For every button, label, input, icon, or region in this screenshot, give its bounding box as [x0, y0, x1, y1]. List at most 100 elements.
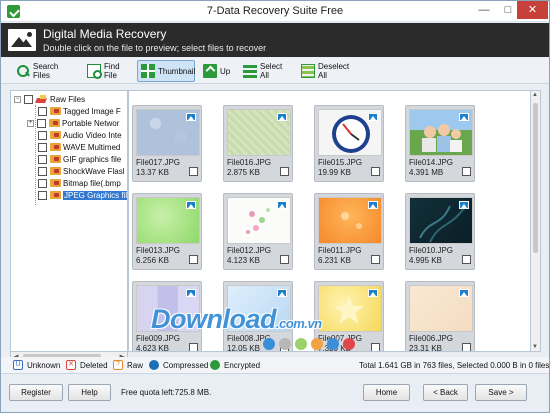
thumbnail-view-button[interactable]: Thumbnail — [137, 60, 195, 82]
tree-item[interactable]: + Portable Networ — [27, 117, 119, 129]
tree-checkbox[interactable] — [38, 166, 47, 176]
tree-checkbox[interactable] — [38, 142, 47, 152]
file-thumbnail-card[interactable]: File013.JPG 6.256 KB — [132, 193, 202, 270]
thumbnail-image[interactable] — [318, 197, 382, 244]
file-name: File013.JPG — [136, 246, 181, 255]
tree-item-label: WAVE Multimed — [63, 142, 121, 152]
thumbnail-image[interactable] — [409, 197, 473, 244]
search-files-button[interactable]: Search Files — [12, 60, 74, 82]
close-button[interactable]: ✕ — [517, 1, 548, 19]
module-header: Digital Media Recovery Double click on t… — [1, 23, 549, 57]
thumbnail-image[interactable] — [136, 109, 200, 156]
file-thumbnail-card[interactable]: File014.JPG 4.391 MB — [405, 105, 475, 182]
tree-root-raw-files[interactable]: − Raw Files — [14, 93, 85, 105]
tree-checkbox[interactable] — [38, 178, 47, 188]
thumbnail-image[interactable] — [318, 109, 382, 156]
file-size: 2.875 KB — [227, 168, 260, 177]
folder-icon — [50, 179, 61, 187]
tree-item[interactable]: GIF graphics file — [38, 153, 121, 165]
tree-checkbox[interactable] — [38, 130, 47, 140]
collapse-toggle-icon[interactable]: − — [14, 95, 21, 103]
scroll-down-icon[interactable]: ▼ — [532, 344, 538, 350]
file-thumbnail-card[interactable]: File011.JPG 6.231 KB — [314, 193, 384, 270]
search-files-label: Search Files — [33, 62, 59, 80]
file-checkbox[interactable] — [462, 167, 471, 176]
status-summary: Total 1.641 GB in 763 files, Selected 0.… — [359, 361, 550, 370]
select-all-button[interactable]: Select All — [239, 60, 291, 82]
save-button[interactable]: Save > — [475, 384, 527, 401]
tree-item[interactable]: ShockWave Flasl — [38, 165, 125, 177]
file-thumbnail-card[interactable]: File012.JPG 4.123 KB — [223, 193, 293, 270]
tree-item-selected[interactable]: JPEG Graphics fil — [38, 189, 128, 201]
thumbnail-image[interactable] — [136, 197, 200, 244]
app-window: 7-Data Recovery Suite Free — □ ✕ Digital… — [0, 0, 550, 413]
find-file-button[interactable]: Find File — [83, 60, 133, 82]
expand-toggle-icon[interactable]: + — [27, 119, 34, 127]
up-label: Up — [220, 66, 231, 76]
file-size: 6.256 KB — [136, 256, 169, 265]
file-checkbox[interactable] — [280, 167, 289, 176]
tree-checkbox[interactable] — [38, 154, 47, 164]
back-button[interactable]: < Back — [423, 384, 468, 401]
legend-compressed-label: Compressed — [163, 360, 209, 370]
thumbnail-image[interactable] — [318, 285, 382, 332]
file-checkbox[interactable] — [189, 255, 198, 264]
folder-icon — [50, 191, 61, 199]
compressed-icon — [149, 360, 159, 370]
file-checkbox[interactable] — [371, 255, 380, 264]
help-button[interactable]: Help — [68, 384, 111, 401]
tree-item-label: JPEG Graphics fil — [63, 190, 128, 200]
title-bar: 7-Data Recovery Suite Free — □ ✕ — [1, 1, 549, 22]
image-type-icon — [368, 201, 378, 209]
up-button[interactable]: Up — [199, 60, 231, 82]
file-size: 12.05 KB — [227, 344, 260, 352]
grid-vertical-scrollbar[interactable]: ▲ ▼ — [531, 90, 541, 352]
tree-item[interactable]: Tagged Image F — [38, 105, 121, 117]
file-checkbox[interactable] — [280, 255, 289, 264]
file-name: File011.JPG — [318, 246, 362, 255]
image-type-icon — [186, 201, 196, 209]
deselect-all-label: Deselect All — [318, 62, 350, 80]
deleted-icon: ✕ — [66, 360, 76, 370]
file-thumbnail-card[interactable]: File010.JPG 4.995 KB — [405, 193, 475, 270]
file-checkbox[interactable] — [371, 167, 380, 176]
scroll-up-icon[interactable]: ▲ — [532, 92, 538, 98]
tree-item-label: Tagged Image F — [63, 106, 121, 116]
file-checkbox[interactable] — [462, 255, 471, 264]
watermark-text: Download — [151, 304, 277, 334]
file-thumbnail-card[interactable]: File006.JPG 23.31 KB — [405, 281, 475, 351]
tree-checkbox[interactable] — [24, 94, 33, 104]
file-size: 4.123 KB — [227, 256, 260, 265]
file-checkbox[interactable] — [462, 343, 471, 351]
thumbnail-image[interactable] — [409, 109, 473, 156]
minimize-button[interactable]: — — [472, 1, 496, 19]
file-thumbnail-card[interactable]: File017.JPG 13.37 KB — [132, 105, 202, 182]
folder-icon — [50, 167, 61, 175]
image-type-icon — [277, 201, 287, 209]
file-name: File014.JPG — [409, 158, 454, 167]
legend-encrypted-label: Encrypted — [224, 360, 261, 370]
tree-item[interactable]: Audio Video Inte — [38, 129, 122, 141]
folder-icon — [50, 155, 61, 163]
toolbar: Search Files Find File Thumbnail Up Sele… — [1, 58, 549, 84]
watermark-dots — [263, 338, 393, 352]
thumbnail-image[interactable] — [227, 197, 291, 244]
tree-checkbox[interactable] — [37, 118, 46, 128]
file-checkbox[interactable] — [189, 167, 198, 176]
legend-unknown-label: Unknown — [27, 360, 61, 370]
deselect-all-button[interactable]: Deselect All — [297, 60, 359, 82]
file-thumbnail-card[interactable]: File016.JPG 2.875 KB — [223, 105, 293, 182]
file-thumbnail-card[interactable]: File015.JPG 19.99 KB — [314, 105, 384, 182]
scrollbar-thumb[interactable] — [533, 103, 538, 253]
register-button[interactable]: Register — [9, 384, 63, 401]
thumbnail-image[interactable] — [409, 285, 473, 332]
tree-item[interactable]: WAVE Multimed — [38, 141, 120, 153]
file-checkbox[interactable] — [189, 343, 198, 351]
tree-item-label: Bitmap file(.bmp — [63, 178, 121, 188]
tree-checkbox[interactable] — [38, 190, 47, 200]
tree-checkbox[interactable] — [38, 106, 47, 116]
thumbnail-image[interactable] — [227, 109, 291, 156]
home-button[interactable]: Home — [363, 384, 410, 401]
image-type-icon — [459, 201, 469, 209]
tree-item[interactable]: Bitmap file(.bmp — [38, 177, 121, 189]
